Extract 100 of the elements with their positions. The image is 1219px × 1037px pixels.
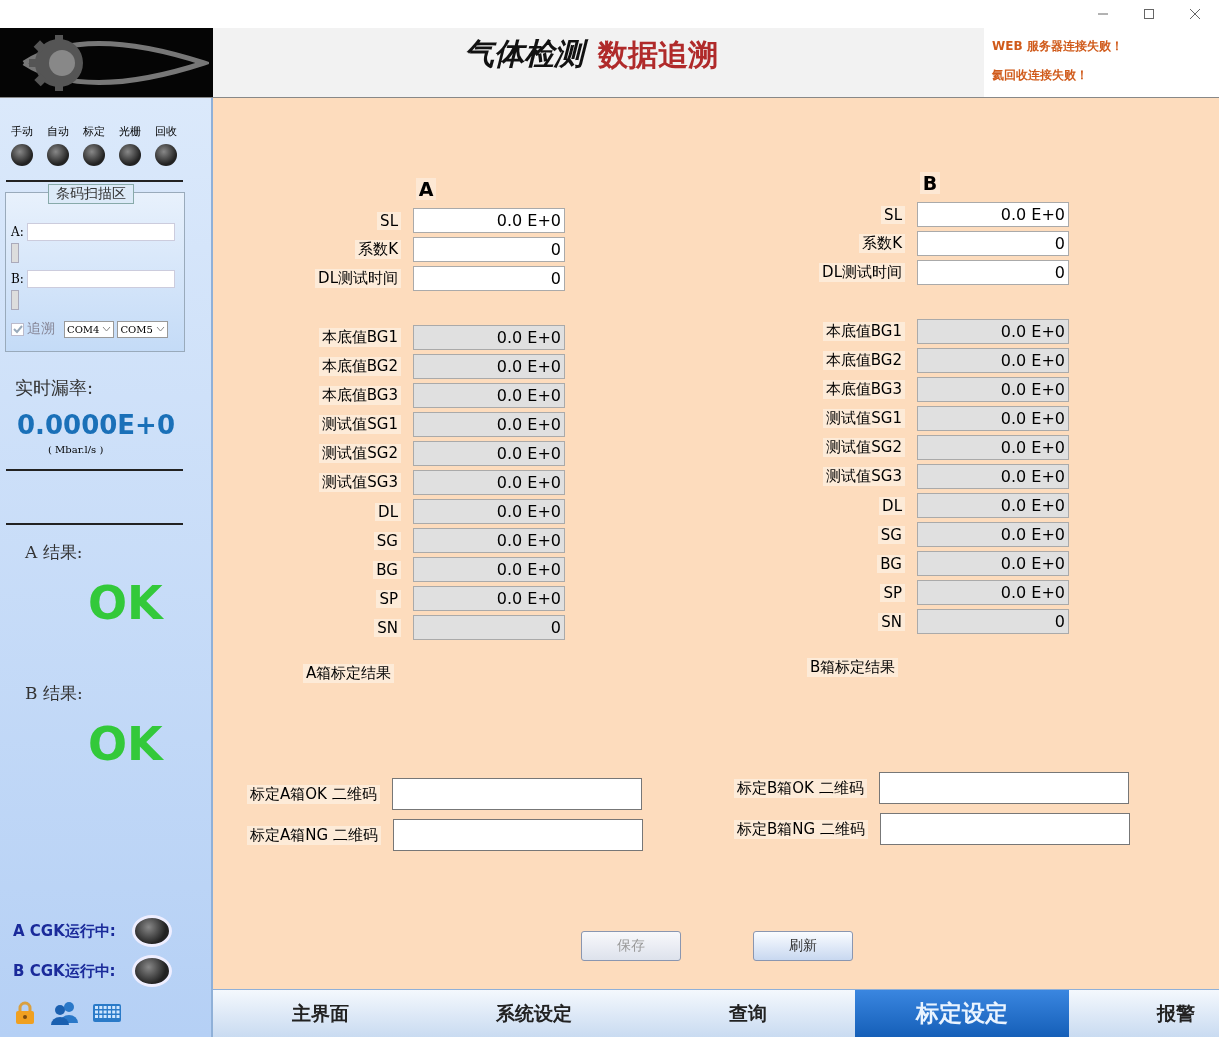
param-field: 0.0 E+0 [413, 557, 565, 582]
param-label: SG [877, 525, 905, 544]
keyboard-icon[interactable] [92, 1003, 122, 1023]
box-heading: A [415, 178, 437, 200]
param-field: 0.0 E+0 [413, 354, 565, 379]
qr-code-field[interactable] [879, 813, 1130, 845]
param-field: 0 [917, 609, 1069, 634]
param-label: SL [881, 205, 905, 224]
param-label: 本底值BG2 [822, 351, 905, 370]
leak-rate-unit: ( Mbar.l/s ) [48, 444, 105, 455]
nav-tab[interactable]: 查询 [641, 990, 855, 1037]
param-label: DL [879, 496, 905, 515]
trace-checkbox[interactable] [11, 322, 24, 336]
qr-code-field[interactable] [391, 778, 642, 810]
result-value: OK [88, 717, 165, 771]
status-light [11, 243, 19, 263]
param-field: 0.0 E+0 [413, 383, 565, 408]
qr-code-field[interactable] [392, 819, 643, 851]
param-field: 0.0 E+0 [413, 586, 565, 611]
param-field: 0.0 E+0 [917, 435, 1069, 460]
nav-tab[interactable]: 报警 [1069, 990, 1219, 1037]
maximize-icon[interactable] [1143, 8, 1155, 20]
cgk-label: A CGK运行中: [13, 921, 116, 941]
param-label: DL测试时间 [819, 263, 905, 282]
param-field: 0.0 E+0 [917, 522, 1069, 547]
cgk-label: B CGK运行中: [13, 961, 116, 981]
param-field: 0.0 E+0 [413, 412, 565, 437]
leak-rate-value: 0.0000E+0 [17, 410, 176, 440]
param-label: 本底值BG1 [318, 328, 401, 347]
nav-tab[interactable]: 主界面 [213, 990, 427, 1037]
param-label: BG [877, 554, 905, 573]
param-field[interactable]: 0 [917, 231, 1069, 256]
nav-tab[interactable]: 标定设定 [855, 990, 1069, 1037]
users-icon[interactable] [50, 1001, 78, 1025]
barcode-field[interactable] [26, 270, 175, 288]
connection-error-text: WEB 服务器连接失败！ [992, 38, 1123, 55]
param-label: 本底值BG3 [822, 380, 905, 399]
connection-error-text: 氦回收连接失败！ [992, 67, 1088, 84]
calibration-result-label: A箱标定结果 [303, 664, 395, 683]
param-label: 测试值SG2 [823, 438, 905, 457]
calibration-result-label: B箱标定结果 [807, 658, 899, 677]
param-field[interactable]: 0.0 E+0 [917, 202, 1069, 227]
indicator-label: 手动 [10, 124, 33, 139]
param-field: 0.0 E+0 [413, 441, 565, 466]
port-dropdown[interactable]: COM5 [117, 320, 168, 338]
param-label: DL [375, 502, 401, 521]
field-label: B: [11, 272, 24, 286]
result-label: B 结果: [25, 682, 84, 705]
param-field: 0.0 E+0 [917, 580, 1069, 605]
param-field: 0.0 E+0 [917, 493, 1069, 518]
port-dropdown[interactable]: COM4 [64, 320, 115, 338]
result-label: A 结果: [25, 541, 84, 564]
qr-code-field[interactable] [878, 772, 1129, 804]
param-label: 测试值SG1 [823, 409, 905, 428]
result-value: OK [88, 576, 165, 630]
nav-tab[interactable]: 系统设定 [427, 990, 641, 1037]
qr-code-label: 标定A箱OK 二维码 [247, 784, 380, 804]
caret-icon[interactable] [102, 326, 112, 332]
param-field: 0.0 E+0 [917, 377, 1069, 402]
param-label: 系数K [355, 240, 401, 259]
param-label: SL [377, 211, 401, 230]
param-label: 本底值BG1 [822, 322, 905, 341]
lock-icon[interactable] [14, 1001, 36, 1025]
param-field: 0.0 E+0 [917, 551, 1069, 576]
param-field: 0.0 E+0 [917, 464, 1069, 489]
close-icon[interactable] [1189, 8, 1201, 20]
param-label: 测试值SG1 [319, 415, 401, 434]
param-field: 0.0 E+0 [917, 406, 1069, 431]
param-label: 测试值SG3 [319, 473, 401, 492]
field-label: A: [11, 225, 24, 239]
param-field[interactable]: 0 [413, 266, 565, 291]
param-label: 测试值SG3 [823, 467, 905, 486]
param-label: SN [374, 618, 401, 637]
indicator-label: 回收 [154, 124, 177, 139]
caret-icon[interactable] [155, 326, 165, 332]
param-field: 0.0 E+0 [917, 319, 1069, 344]
leak-rate-label: 实时漏率: [15, 376, 95, 400]
trace-label: 追溯 [27, 320, 55, 338]
param-field: 0 [413, 615, 565, 640]
qr-code-label: 标定B箱NG 二维码 [734, 819, 868, 839]
param-label: BG [373, 560, 401, 579]
param-label: SP [376, 589, 401, 608]
param-label: SP [880, 583, 905, 602]
param-field[interactable]: 0 [917, 260, 1069, 285]
action-button[interactable]: 刷新 [753, 931, 853, 961]
qr-code-label: 标定A箱NG 二维码 [247, 825, 381, 845]
scan-panel-title: 条码扫描区 [48, 184, 134, 204]
param-label: SG [373, 531, 401, 550]
qr-code-label: 标定B箱OK 二维码 [734, 778, 867, 798]
param-field[interactable]: 0.0 E+0 [413, 208, 565, 233]
param-field: 0.0 E+0 [413, 528, 565, 553]
indicator-label: 光栅 [118, 124, 141, 139]
param-field: 0.0 E+0 [413, 499, 565, 524]
barcode-field[interactable] [26, 223, 175, 241]
param-label: 测试值SG2 [319, 444, 401, 463]
indicator-label: 标定 [82, 124, 105, 139]
app-title: 气体检测 [459, 32, 592, 79]
param-field[interactable]: 0 [413, 237, 565, 262]
param-label: 本底值BG3 [318, 386, 401, 405]
param-field: 0.0 E+0 [413, 325, 565, 350]
